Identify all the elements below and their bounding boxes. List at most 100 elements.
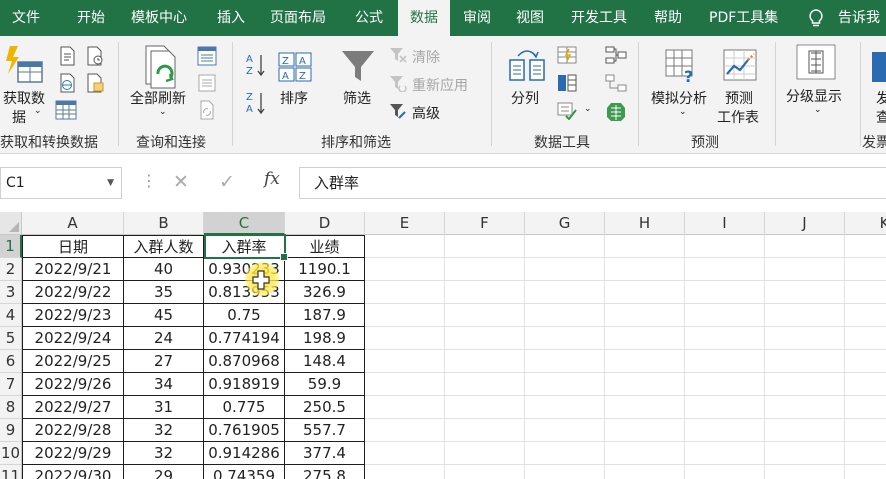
cell-c1[interactable]: 入群率 <box>204 235 285 258</box>
from-text-icon[interactable] <box>57 46 77 66</box>
cell-f6[interactable] <box>445 350 525 373</box>
formula-bar-grip-icon[interactable]: ⋮ <box>141 171 157 190</box>
get-data-chevron-icon[interactable]: ⌄ <box>34 106 42 116</box>
cell-k6[interactable] <box>845 350 886 373</box>
advanced-filter-icon[interactable] <box>389 102 407 120</box>
cell-a4[interactable]: 2022/9/23 <box>22 304 124 327</box>
cancel-entry-icon[interactable]: ✕ <box>173 167 189 197</box>
cell-h8[interactable] <box>605 396 685 419</box>
tab-templates[interactable]: 模板中心 <box>131 0 187 36</box>
cell-b7[interactable]: 34 <box>124 373 204 396</box>
cell-f3[interactable] <box>445 281 525 304</box>
sort-dialog-icon[interactable]: ZA AZ <box>278 52 312 82</box>
cell-b5[interactable]: 24 <box>124 327 204 350</box>
tab-pdf-tools[interactable]: PDF工具集 <box>709 0 778 36</box>
row-header[interactable]: 7 <box>0 373 22 396</box>
refresh-all-label[interactable]: 全部刷新 <box>130 88 186 108</box>
filter-label[interactable]: 筛选 <box>343 88 371 108</box>
cell-g1[interactable] <box>525 235 605 258</box>
cell-k5[interactable] <box>845 327 886 350</box>
text-to-columns-label[interactable]: 分列 <box>511 88 539 108</box>
row-header[interactable]: 2 <box>0 258 22 281</box>
cell-a2[interactable]: 2022/9/21 <box>22 258 124 281</box>
cell-h10[interactable] <box>605 442 685 465</box>
consolidate-icon[interactable] <box>605 46 627 64</box>
tab-help[interactable]: 帮助 <box>654 0 682 36</box>
cell-b9[interactable]: 32 <box>124 419 204 442</box>
sort-label[interactable]: 排序 <box>280 88 308 108</box>
relationships-icon[interactable] <box>605 74 627 92</box>
tab-tell-me[interactable]: 告诉我 <box>838 0 880 36</box>
get-data-label-1[interactable]: 获取数 <box>3 88 45 108</box>
cell-c10[interactable]: 0.914286 <box>204 442 285 465</box>
cell-g3[interactable] <box>525 281 605 304</box>
cell-d6[interactable]: 148.4 <box>285 350 365 373</box>
cell-a7[interactable]: 2022/9/26 <box>22 373 124 396</box>
cell-g9[interactable] <box>525 419 605 442</box>
cell-a6[interactable]: 2022/9/25 <box>22 350 124 373</box>
cell-d1[interactable]: 业绩 <box>285 235 365 258</box>
cell-h7[interactable] <box>605 373 685 396</box>
cell-f7[interactable] <box>445 373 525 396</box>
cell-k2[interactable] <box>845 258 886 281</box>
cell-d7[interactable]: 59.9 <box>285 373 365 396</box>
cell-i2[interactable] <box>685 258 765 281</box>
outline-chevron-icon[interactable]: ⌄ <box>814 105 822 115</box>
outline-icon[interactable] <box>796 44 836 80</box>
cell-c11[interactable]: 0.74359 <box>204 465 285 479</box>
cell-g10[interactable] <box>525 442 605 465</box>
what-if-chevron-icon[interactable]: ⌄ <box>679 107 687 117</box>
cell-j5[interactable] <box>765 327 845 350</box>
cell-h4[interactable] <box>605 304 685 327</box>
queries-connections-icon[interactable] <box>197 46 217 66</box>
cell-f10[interactable] <box>445 442 525 465</box>
cell-j3[interactable] <box>765 281 845 304</box>
cell-a10[interactable]: 2022/9/29 <box>22 442 124 465</box>
cell-b2[interactable]: 40 <box>124 258 204 281</box>
cell-j10[interactable] <box>765 442 845 465</box>
cell-a3[interactable]: 2022/9/22 <box>22 281 124 304</box>
cell-b4[interactable]: 45 <box>124 304 204 327</box>
refresh-chevron-icon[interactable]: ⌄ <box>159 107 167 117</box>
cell-j8[interactable] <box>765 396 845 419</box>
select-all-button[interactable] <box>0 212 22 235</box>
cell-a5[interactable]: 2022/9/24 <box>22 327 124 350</box>
cell-b11[interactable]: 29 <box>124 465 204 479</box>
column-header-b[interactable]: B <box>124 212 204 235</box>
cell-g8[interactable] <box>525 396 605 419</box>
cell-e8[interactable] <box>365 396 445 419</box>
refresh-all-icon[interactable] <box>142 44 182 90</box>
row-header[interactable]: 4 <box>0 304 22 327</box>
column-header-g[interactable]: G <box>525 212 605 235</box>
cell-i6[interactable] <box>685 350 765 373</box>
column-header-i[interactable]: I <box>685 212 765 235</box>
cell-k9[interactable] <box>845 419 886 442</box>
cell-j1[interactable] <box>765 235 845 258</box>
forecast-sheet-label-2[interactable]: 工作表 <box>717 107 759 127</box>
column-header-a[interactable]: A <box>22 212 124 235</box>
lightbulb-icon[interactable] <box>806 8 826 28</box>
cell-d9[interactable]: 557.7 <box>285 419 365 442</box>
cell-b6[interactable]: 27 <box>124 350 204 373</box>
row-header[interactable]: 5 <box>0 327 22 350</box>
remove-duplicates-icon[interactable] <box>557 74 577 92</box>
cell-g5[interactable] <box>525 327 605 350</box>
cell-e7[interactable] <box>365 373 445 396</box>
row-header[interactable]: 10 <box>0 442 22 465</box>
text-to-columns-icon[interactable] <box>508 48 546 84</box>
cell-a11[interactable]: 2022/9/30 <box>22 465 124 479</box>
tab-page-layout[interactable]: 页面布局 <box>270 0 326 36</box>
cell-g6[interactable] <box>525 350 605 373</box>
what-if-analysis-icon[interactable]: ? <box>664 48 700 84</box>
cell-c8[interactable]: 0.775 <box>204 396 285 419</box>
cell-c5[interactable]: 0.774194 <box>204 327 285 350</box>
cell-i4[interactable] <box>685 304 765 327</box>
properties-icon[interactable] <box>197 73 217 93</box>
cell-h3[interactable] <box>605 281 685 304</box>
forecast-sheet-label-1[interactable]: 预测 <box>725 88 753 108</box>
cell-i9[interactable] <box>685 419 765 442</box>
publish-label-fragment-2[interactable]: 查 <box>876 107 886 127</box>
cell-h6[interactable] <box>605 350 685 373</box>
row-header[interactable]: 3 <box>0 281 22 304</box>
cell-c6[interactable]: 0.870968 <box>204 350 285 373</box>
